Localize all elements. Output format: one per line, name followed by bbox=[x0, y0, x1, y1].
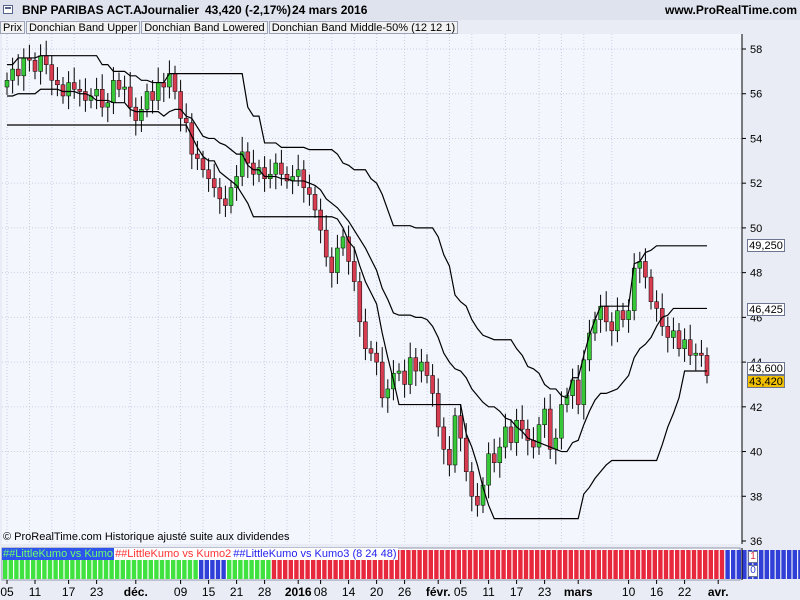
x-tick-label: 17 bbox=[509, 585, 524, 599]
x-tick-label: déc. bbox=[123, 585, 148, 599]
oscillator-scale-low: 0 bbox=[748, 565, 758, 577]
y-tick-label: 48 bbox=[750, 268, 762, 280]
lower-band-price-tag: 43,600 bbox=[747, 362, 785, 375]
y-tick-label: 40 bbox=[750, 447, 762, 459]
oscillator-label-kumo[interactable]: ##LittleKumo vs Kumo bbox=[2, 548, 115, 560]
x-tick-label: 14 bbox=[341, 585, 356, 599]
x-tick-label: mars bbox=[563, 585, 593, 599]
x-tick-label: avr. bbox=[707, 585, 729, 599]
y-tick-label: 58 bbox=[750, 44, 762, 56]
y-tick-label: 36 bbox=[750, 536, 762, 548]
x-tick-label: 09 bbox=[173, 585, 188, 599]
oscillator-label-kumo2[interactable]: ##LittleKumo vs Kumo2 bbox=[114, 548, 233, 560]
y-tick-label: 38 bbox=[750, 491, 762, 503]
x-tick-label: 15 bbox=[201, 585, 216, 599]
x-tick-label: 28 bbox=[257, 585, 272, 599]
y-tick-label: 50 bbox=[750, 223, 762, 235]
date-axis: 05 11 17 23 déc. 09 15 21 28 2016 08 14 20 26 févr. 05 1… bbox=[0, 582, 800, 600]
x-tick-label: 10 bbox=[621, 585, 636, 599]
chart-window: BNP PARIBAS ACT.A Journalier 43,420 (-2,… bbox=[0, 0, 800, 600]
oscillator-legend: ##LittleKumo vs Kumo ##LittleKumo vs Kum… bbox=[2, 548, 398, 560]
x-tick-label: 05 bbox=[0, 585, 14, 599]
x-tick-label: 08 bbox=[313, 585, 328, 599]
x-tick-label: 20 bbox=[369, 585, 384, 599]
y-tick-label: 56 bbox=[750, 89, 762, 101]
y-tick-label: 54 bbox=[750, 133, 762, 145]
middle-band-price-tag: 46,425 bbox=[747, 303, 785, 316]
oscillator-label-kumo3[interactable]: ##LittleKumo vs Kumo3 (8 24 48) bbox=[232, 548, 398, 560]
x-tick-label: 21 bbox=[229, 585, 244, 599]
x-tick-label: 05 bbox=[453, 585, 468, 599]
x-tick-label: 11 bbox=[28, 585, 42, 599]
last-price-tag: 43,420 bbox=[747, 375, 785, 388]
x-tick-label: 23 bbox=[537, 585, 552, 599]
upper-band-price-tag: 49,250 bbox=[747, 239, 785, 252]
x-tick-label: 16 bbox=[649, 585, 664, 599]
axes-layer: 363840424446485052545658 bbox=[6, 34, 762, 584]
x-tick-label: 2016 bbox=[284, 585, 312, 599]
x-tick-label: 23 bbox=[89, 585, 104, 599]
oscillator-scale-high: 1 bbox=[748, 551, 758, 563]
data-credit: © ProRealTime.com Historique ajusté suit… bbox=[3, 531, 290, 543]
x-tick-label: 26 bbox=[397, 585, 412, 599]
x-tick-label: 22 bbox=[677, 585, 692, 599]
x-tick-label: févr. bbox=[425, 585, 451, 599]
y-tick-label: 42 bbox=[750, 402, 762, 414]
y-tick-label: 52 bbox=[750, 178, 762, 190]
x-tick-label: 11 bbox=[482, 585, 495, 599]
x-tick-label: 17 bbox=[61, 585, 76, 599]
